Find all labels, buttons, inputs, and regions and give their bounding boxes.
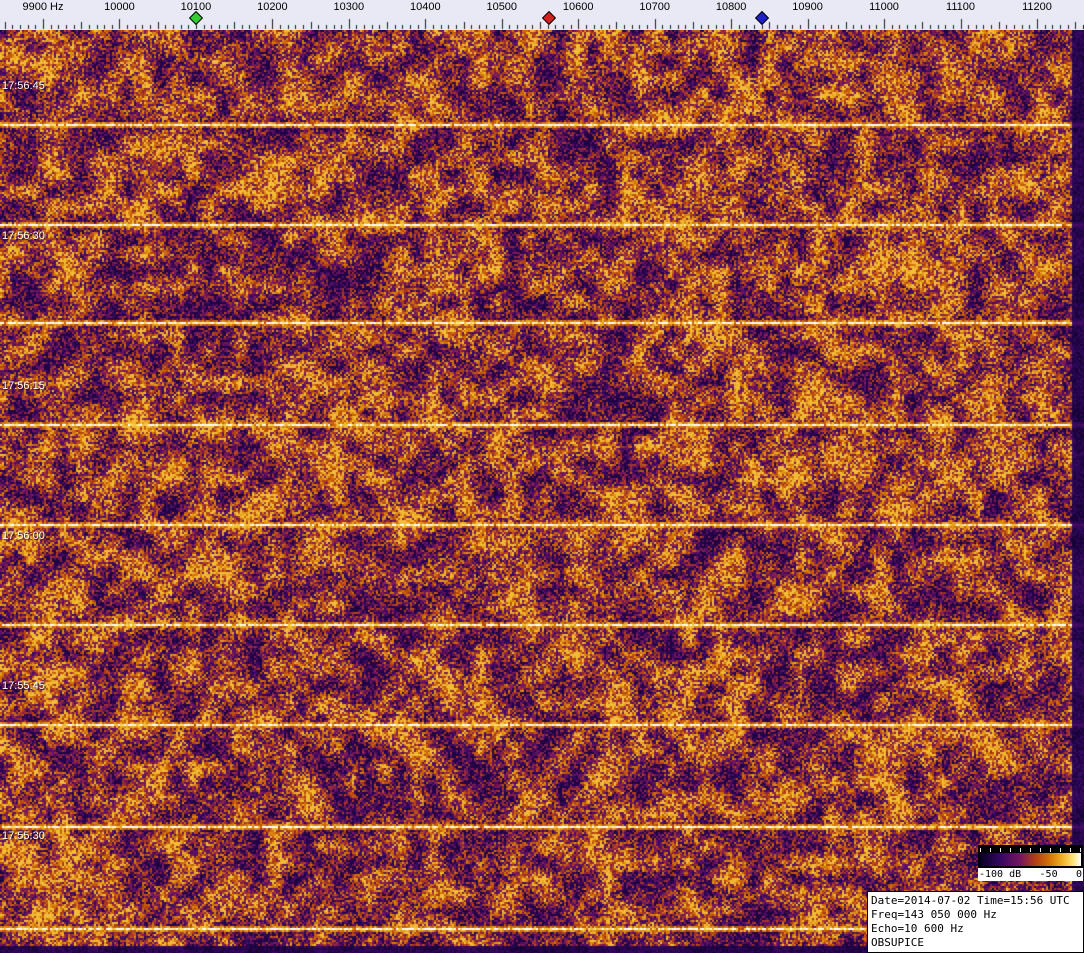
freq-tick-label: 10600 xyxy=(562,1,594,13)
db-scale-min-label: -100 dB xyxy=(979,869,1022,880)
frequency-ruler-ticks xyxy=(0,0,1084,30)
freq-tick-label: 11200 xyxy=(1022,1,1052,13)
spectrogram-waterfall xyxy=(0,30,1084,953)
db-scale-max-label: 0 xyxy=(1075,869,1082,880)
freq-tick-label: 10300 xyxy=(333,1,365,13)
info-line-station: OBSUPICE xyxy=(871,936,924,949)
info-line-freq: Freq=143 050 000 Hz xyxy=(871,908,997,921)
time-label: 17:56:15 xyxy=(2,380,45,392)
time-label: 17:55:30 xyxy=(2,830,45,842)
freq-tick-label: 10200 xyxy=(257,1,288,13)
info-box: Date=2014-07-02 Time=15:56 UTC Freq=143 … xyxy=(867,891,1084,953)
info-line-echo: Echo=10 600 Hz xyxy=(871,922,964,935)
db-scale-gradient xyxy=(980,853,1081,866)
time-label: 17:55:45 xyxy=(2,680,45,692)
info-line-date: Date=2014-07-02 Time=15:56 UTC xyxy=(871,894,1070,907)
frequency-ruler[interactable]: 9900 Hz 10000 10100 10200 10300 10400 10500 106… xyxy=(0,0,1084,30)
db-scale-mid-label: -50 xyxy=(1039,869,1058,880)
db-color-scale: -100 dB -50 0 xyxy=(978,845,1083,881)
freq-tick-label: 10500 xyxy=(486,1,518,13)
freq-tick-label: 10700 xyxy=(639,1,670,13)
freq-tick-label: 11000 xyxy=(869,1,899,13)
db-scale-ticks xyxy=(980,848,1081,852)
time-label: 17:56:00 xyxy=(2,530,45,542)
freq-tick-label: 9900 Hz xyxy=(22,1,64,13)
freq-tick-label: 10900 xyxy=(792,1,823,13)
db-color-scale-bar xyxy=(978,845,1083,868)
db-scale-labels: -100 dB -50 0 xyxy=(978,868,1083,881)
freq-tick-label: 10400 xyxy=(410,1,441,13)
freq-tick-label: 10000 xyxy=(104,1,135,13)
spectrogram-screen: 9900 Hz 10000 10100 10200 10300 10400 10500 106… xyxy=(0,0,1084,953)
time-label: 17:56:30 xyxy=(2,230,45,242)
freq-tick-label: 11100 xyxy=(946,1,975,13)
time-label: 17:56:45 xyxy=(2,80,45,92)
freq-tick-label: 10800 xyxy=(715,1,747,13)
